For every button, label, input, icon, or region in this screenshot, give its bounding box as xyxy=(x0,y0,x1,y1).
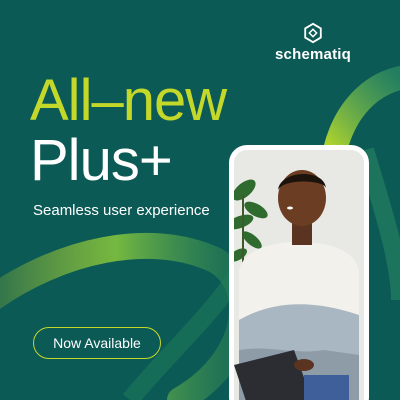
headline-line-1: All–new xyxy=(30,68,227,133)
hexagon-logo-icon xyxy=(304,22,322,44)
subtitle: Seamless user experience xyxy=(33,202,210,219)
ad-banner: schematiq All–new Plus+ Seamless user ex… xyxy=(0,0,400,400)
brand-logo: schematiq xyxy=(258,22,368,63)
brand-name: schematiq xyxy=(275,46,351,63)
now-available-button[interactable]: Now Available xyxy=(33,327,161,359)
phone-frame xyxy=(229,145,369,400)
headline-line-2: Plus+ xyxy=(30,128,173,193)
photo-man-with-laptop xyxy=(234,150,364,400)
